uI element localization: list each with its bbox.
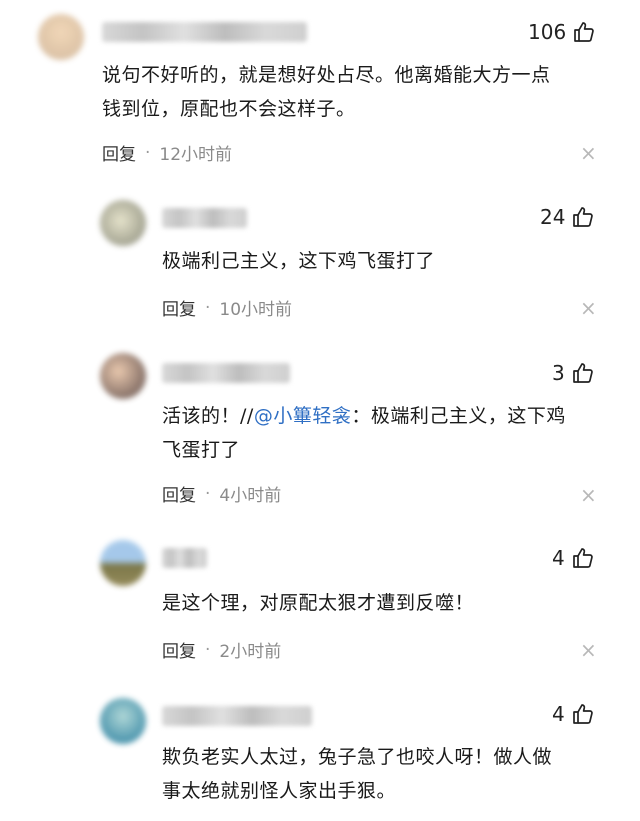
comment-item: 24 极端利己主义，这下鸡飞蛋打了 回复 · 10小时前 ×: [0, 190, 640, 340]
avatar[interactable]: [100, 698, 146, 744]
thumb-up-icon: [572, 363, 593, 383]
comment-item: 4 欺负老实人太过，兔子急了也咬人呀！做人做 事太绝就别怪人家出手狠。: [0, 690, 640, 821]
comment-text-line: 极端利己主义，这下鸡飞蛋打了: [162, 250, 436, 272]
separator-dot: ·: [205, 297, 211, 318]
close-icon[interactable]: ×: [580, 143, 597, 163]
separator-dot: ·: [205, 483, 211, 504]
like-button[interactable]: 106: [528, 20, 596, 44]
timestamp: 2小时前: [219, 642, 282, 662]
like-button[interactable]: 4: [552, 546, 595, 570]
avatar[interactable]: [38, 14, 84, 60]
separator-dot: ·: [205, 639, 211, 660]
timestamp: 10小时前: [219, 300, 293, 320]
thumb-up-icon: [572, 548, 593, 568]
reply-button[interactable]: 回复: [162, 637, 196, 662]
like-button[interactable]: 24: [540, 205, 595, 229]
like-button[interactable]: 4: [552, 702, 595, 726]
comment-text: 活该的！//@小篳轻衾：极端利己主义，这下鸡 飞蛋打了: [162, 399, 566, 467]
comment-text-line: 飞蛋打了: [162, 439, 241, 461]
avatar[interactable]: [100, 353, 146, 399]
comment-meta: 回复 · 4小时前: [162, 481, 282, 507]
avatar[interactable]: [100, 200, 146, 246]
comment-text-line: 活该的！//@小篳轻衾：极端利己主义，这下鸡: [162, 399, 566, 433]
comment-text: 说句不好听的，就是想好处占尽。他离婚能大方一点 钱到位，原配也不会这样子。: [102, 58, 551, 126]
like-count: 3: [552, 361, 565, 385]
reply-button[interactable]: 回复: [162, 295, 196, 320]
comment-meta: 回复 · 2小时前: [162, 637, 282, 663]
comment-meta: 回复 · 10小时前: [162, 295, 293, 321]
username-blurred[interactable]: [162, 208, 247, 228]
like-count: 106: [528, 20, 567, 44]
comment-text-line: 说句不好听的，就是想好处占尽。他离婚能大方一点: [102, 64, 551, 86]
reply-button[interactable]: 回复: [102, 140, 136, 165]
comment-item: 3 活该的！//@小篳轻衾：极端利己主义，这下鸡 飞蛋打了 回复 · 4小时前 …: [0, 345, 640, 525]
avatar[interactable]: [100, 540, 146, 586]
comment-text-line: 事太绝就别怪人家出手狠。: [162, 780, 397, 802]
close-icon[interactable]: ×: [580, 485, 597, 505]
username-blurred[interactable]: [162, 548, 207, 568]
comment-text: 欺负老实人太过，兔子急了也咬人呀！做人做 事太绝就别怪人家出手狠。: [162, 740, 552, 808]
thumb-up-icon: [573, 207, 594, 227]
comment-text-line: 钱到位，原配也不会这样子。: [102, 98, 356, 120]
timestamp: 4小时前: [219, 486, 282, 506]
username-blurred[interactable]: [162, 706, 312, 726]
close-icon[interactable]: ×: [580, 640, 597, 660]
reply-button[interactable]: 回复: [162, 481, 196, 506]
mention-link[interactable]: @小篳轻衾: [254, 405, 352, 427]
text-suffix: ：极端利己主义，这下鸡: [351, 405, 566, 427]
like-count: 4: [552, 702, 565, 726]
like-button[interactable]: 3: [552, 361, 595, 385]
close-icon[interactable]: ×: [580, 298, 597, 318]
comment-item: 4 是这个理，对原配太狠才遭到反噬！ 回复 · 2小时前 ×: [0, 530, 640, 680]
comment-text: 极端利己主义，这下鸡飞蛋打了: [162, 244, 435, 278]
username-blurred[interactable]: [102, 22, 307, 42]
text-prefix: 活该的！//: [162, 405, 254, 427]
thumb-up-icon: [572, 704, 593, 724]
comment-text: 是这个理，对原配太狠才遭到反噬！: [162, 586, 474, 620]
comment-item: 106 说句不好听的，就是想好处占尽。他离婚能大方一点 钱到位，原配也不会这样子…: [0, 0, 640, 180]
separator-dot: ·: [145, 142, 151, 163]
comment-meta: 回复 · 12小时前: [102, 140, 233, 166]
username-blurred[interactable]: [162, 363, 290, 383]
comment-text-line: 是这个理，对原配太狠才遭到反噬！: [162, 592, 475, 614]
like-count: 4: [552, 546, 565, 570]
comment-text-line: 欺负老实人太过，兔子急了也咬人呀！做人做: [162, 746, 553, 768]
timestamp: 12小时前: [159, 145, 233, 165]
like-count: 24: [540, 205, 566, 229]
thumb-up-icon: [574, 22, 594, 42]
